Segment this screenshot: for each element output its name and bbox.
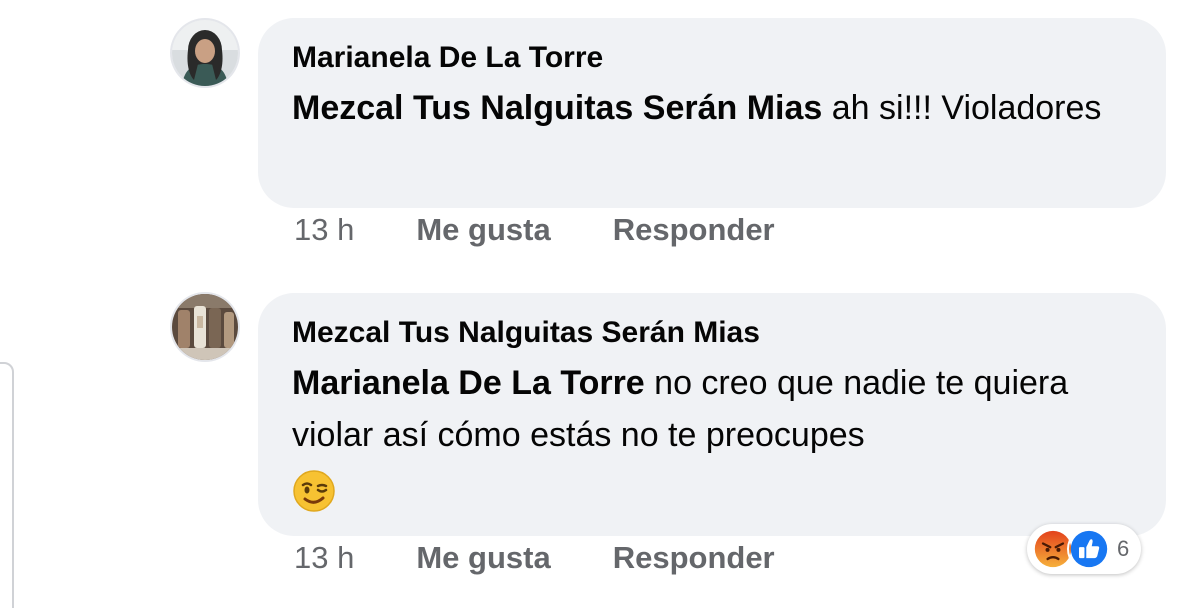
reactions-summary[interactable]: 6 xyxy=(1027,524,1142,574)
winking-face-emoji-icon xyxy=(293,470,335,512)
side-panel-edge xyxy=(0,362,14,608)
comment-timestamp[interactable]: 13 h xyxy=(294,212,354,248)
comment-actions: 13 h Me gusta Responder xyxy=(294,540,837,576)
avatar[interactable] xyxy=(172,294,238,360)
comment-actions: 13 h Me gusta Responder xyxy=(294,212,837,248)
comment-bubble: Mezcal Tus Nalguitas Serán Mias Marianel… xyxy=(258,293,1166,536)
comment-bubble: Marianela De La Torre Mezcal Tus Nalguit… xyxy=(258,18,1166,208)
like-button[interactable]: Me gusta xyxy=(416,212,550,248)
comment-timestamp[interactable]: 13 h xyxy=(294,540,354,576)
mention-link[interactable]: Mezcal Tus Nalguitas Serán Mias xyxy=(292,89,822,127)
reaction-count: 6 xyxy=(1117,536,1130,561)
comment-author[interactable]: Mezcal Tus Nalguitas Serán Mias xyxy=(292,313,760,353)
comment-body: ah si!!! Violadores xyxy=(822,89,1102,127)
comments-thread: Marianela De La Torre Mezcal Tus Nalguit… xyxy=(0,0,1200,608)
mention-link[interactable]: Marianela De La Torre xyxy=(292,364,645,402)
like-button[interactable]: Me gusta xyxy=(416,540,550,576)
comment-text: Marianela De La Torre no creo que nadie … xyxy=(292,357,1132,513)
bottles-photo-icon xyxy=(172,294,238,360)
reply-button[interactable]: Responder xyxy=(613,212,775,248)
profile-photo-icon xyxy=(172,20,238,86)
comment-author[interactable]: Marianela De La Torre xyxy=(292,38,603,78)
like-reaction-icon xyxy=(1067,527,1111,571)
avatar[interactable] xyxy=(172,20,238,86)
comment-text: Mezcal Tus Nalguitas Serán Mias ah si!!!… xyxy=(292,82,1132,134)
reply-button[interactable]: Responder xyxy=(613,540,775,576)
